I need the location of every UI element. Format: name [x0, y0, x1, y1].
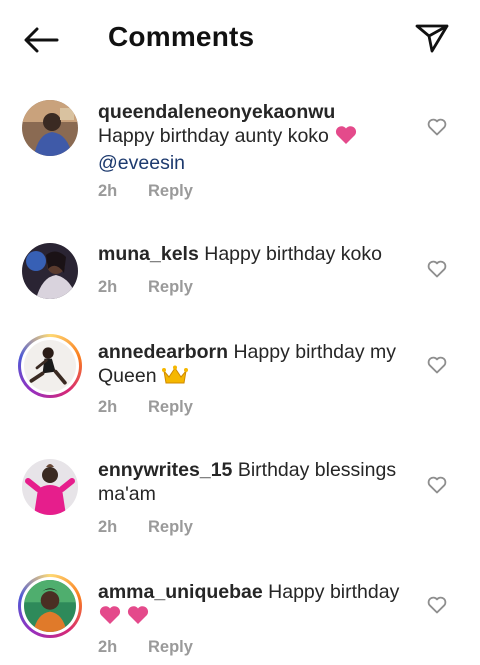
back-arrow-icon — [24, 27, 59, 53]
paper-plane-icon — [415, 24, 449, 53]
comment-username[interactable]: queendaleneonyekaonwu — [98, 101, 335, 123]
comment-text: Happy birthday koko — [204, 243, 383, 265]
like-button[interactable] — [426, 258, 448, 280]
reply-button[interactable]: Reply — [148, 182, 193, 200]
avatar[interactable] — [22, 243, 78, 299]
comment-timestamp: 2h — [98, 398, 118, 416]
comment-item: annedearborn Happy birthday my Queen 2h R… — [0, 334, 480, 434]
comment-timestamp: 2h — [98, 278, 118, 296]
comment-meta: 2h Reply — [98, 182, 193, 201]
crown-icon — [161, 365, 188, 391]
comment-username[interactable]: annedearborn — [98, 341, 228, 363]
avatar — [24, 340, 76, 392]
two-pink-hearts-icon — [98, 605, 154, 631]
pink-heart-icon — [334, 125, 358, 151]
like-button[interactable] — [426, 594, 448, 616]
header-bar: Comments — [0, 0, 480, 78]
comment-username[interactable]: ennywrites_15 — [98, 459, 232, 481]
reply-button[interactable]: Reply — [148, 278, 193, 296]
comment-timestamp: 2h — [98, 182, 118, 200]
avatar — [24, 580, 76, 632]
like-button[interactable] — [426, 474, 448, 496]
avatar[interactable] — [22, 459, 78, 515]
comment-meta: 2h Reply — [98, 398, 193, 417]
reply-button[interactable]: Reply — [148, 398, 193, 416]
comment-username[interactable]: muna_kels — [98, 243, 199, 265]
avatar-story-ring[interactable] — [18, 574, 82, 638]
heart-outline-icon — [427, 118, 447, 136]
avatar[interactable] — [22, 100, 78, 156]
like-button[interactable] — [426, 116, 448, 138]
avatar-story-ring[interactable] — [18, 334, 82, 398]
comment-item: ennywrites_15 Birthday blessings ma'am 2… — [0, 456, 480, 556]
comment-username[interactable]: amma_uniquebae — [98, 581, 263, 603]
heart-outline-icon — [427, 260, 447, 278]
heart-outline-icon — [427, 356, 447, 374]
comment-meta: 2h Reply — [98, 278, 193, 297]
comment-item: queendaleneonyekaonwu Happy birthday aun… — [0, 96, 480, 216]
comment-timestamp: 2h — [98, 638, 118, 656]
heart-outline-icon — [427, 476, 447, 494]
comment-item: muna_kels Happy birthday koko 2h Reply — [0, 240, 480, 320]
comment-timestamp: 2h — [98, 518, 118, 536]
like-button[interactable] — [426, 354, 448, 376]
comment-text: Happy birthday aunty koko — [98, 125, 329, 147]
comment-item: amma_uniquebae Happy birthday 2h Reply — [0, 574, 480, 665]
comment-text: Happy birthday — [268, 581, 400, 603]
comment-meta: 2h Reply — [98, 638, 193, 657]
back-button[interactable] — [20, 22, 62, 58]
comment-mention[interactable]: @eveesin — [98, 152, 185, 174]
direct-message-button[interactable] — [412, 20, 452, 56]
comment-meta: 2h Reply — [98, 518, 193, 537]
heart-outline-icon — [427, 596, 447, 614]
reply-button[interactable]: Reply — [148, 638, 193, 656]
reply-button[interactable]: Reply — [148, 518, 193, 536]
page-title: Comments — [108, 21, 255, 52]
